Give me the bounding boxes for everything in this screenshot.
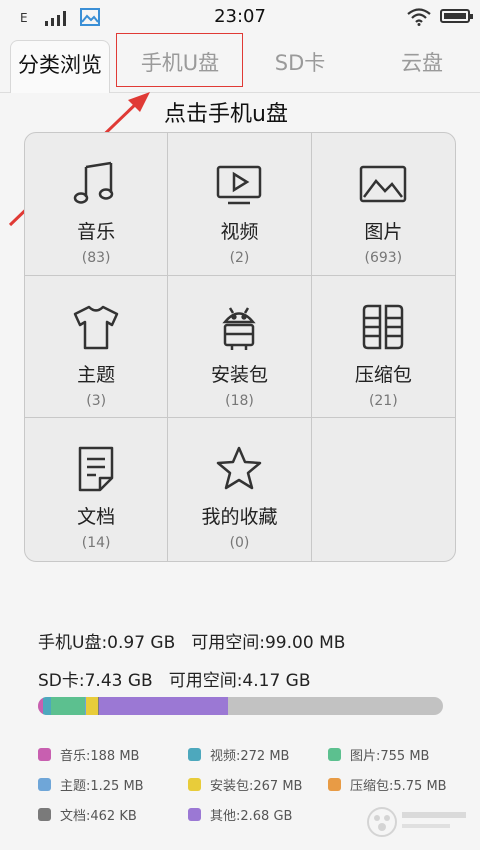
legend-label: 图片:755 MB [350, 749, 430, 764]
legend-label: 音乐:188 MB [60, 749, 140, 764]
legend-swatch [38, 808, 51, 821]
usage-segment [50, 697, 86, 715]
image-icon [360, 165, 407, 203]
legend-item: 压缩包:5.75 MB [328, 775, 447, 794]
tshirt-icon [73, 305, 119, 349]
category-count: (14) [81, 535, 111, 552]
category-count: (693) [364, 250, 403, 266]
category-label: 音乐 [77, 221, 116, 243]
battery-level [444, 13, 466, 19]
category-documents[interactable]: 文档 (14) [25, 418, 169, 561]
category-count: (2) [229, 250, 250, 266]
phone-storage-total: 手机U盘:0.97 GB [38, 633, 176, 653]
empty-cell [312, 418, 455, 561]
category-label: 压缩包 [354, 363, 412, 386]
tab-cloud-drive[interactable]: 云盘 [372, 34, 472, 92]
category-count: (3) [86, 392, 107, 409]
legend-item: 音乐:188 MB [38, 745, 139, 764]
legend-swatch [38, 778, 51, 791]
category-label: 图片 [364, 221, 403, 243]
category-count: (83) [81, 250, 111, 266]
category-label: 安装包 [210, 363, 268, 386]
category-label: 文档 [77, 506, 116, 529]
watermark-logo [367, 807, 466, 837]
archive-icon [363, 304, 404, 349]
legend-item: 图片:755 MB [328, 745, 429, 764]
tab-category-browse[interactable]: 分类浏览 [10, 40, 110, 93]
category-music[interactable]: 音乐 (83) [25, 133, 169, 276]
usage-segment [98, 697, 229, 715]
document-icon [78, 447, 114, 492]
usage-segment [42, 697, 51, 715]
category-count: (0) [229, 535, 250, 552]
legend-swatch [38, 748, 51, 761]
storage-usage-bar [38, 697, 443, 715]
legend-swatch [188, 778, 201, 791]
legend-item: 主题:1.25 MB [38, 775, 144, 794]
sd-storage-free: 可用空间:4.17 GB [168, 671, 311, 691]
legend-label: 视频:272 MB [210, 749, 290, 764]
legend-swatch [328, 778, 341, 791]
legend-swatch [188, 808, 201, 821]
tab-sd-card[interactable]: SD卡 [250, 34, 350, 92]
category-themes[interactable]: 主题 (3) [25, 275, 169, 419]
legend-item: 文档:462 KB [38, 805, 137, 824]
category-archives[interactable]: 压缩包 (21) [311, 276, 455, 419]
sd-storage-total: SD卡:7.43 GB [38, 671, 153, 691]
legend-label: 其他:2.68 GB [210, 809, 293, 824]
video-icon [217, 165, 262, 205]
annotation-highlight-box [116, 33, 243, 87]
usage-segment [86, 697, 98, 715]
legend-item: 其他:2.68 GB [188, 805, 292, 824]
status-bar: E 23:07 [0, 0, 480, 34]
category-label: 我的收藏 [201, 506, 278, 529]
legend-swatch [188, 748, 201, 761]
category-favorites[interactable]: 我的收藏 (0) [168, 418, 312, 561]
sd-storage-info: SD卡:7.43 GB 可用空间:4.17 GB [38, 666, 327, 691]
category-apks[interactable]: 安装包 (18) [168, 275, 312, 419]
annotation-text: 点击手机u盘 [164, 102, 288, 127]
legend-label: 主题:1.25 MB [60, 779, 144, 794]
legend-item: 视频:272 MB [188, 745, 289, 764]
category-label: 主题 [77, 363, 116, 386]
legend-swatch [328, 748, 341, 761]
category-label: 视频 [220, 221, 259, 243]
wifi-icon [407, 8, 431, 26]
legend-label: 文档:462 KB [60, 809, 137, 824]
phone-storage-info: 手机U盘:0.97 GB 可用空间:99.00 MB [38, 628, 361, 653]
android-icon [222, 307, 257, 350]
legend-label: 压缩包:5.75 MB [350, 779, 447, 794]
category-count: (21) [368, 392, 398, 409]
legend-item: 安装包:267 MB [188, 775, 302, 794]
phone-storage-free: 可用空间:99.00 MB [191, 633, 346, 653]
category-images[interactable]: 图片 (693) [311, 133, 455, 276]
category-count: (18) [225, 392, 254, 409]
legend-label: 安装包:267 MB [210, 779, 303, 794]
category-grid: 音乐 (83) 视频 (2) 图片 (693) 主题 (3) 安装包 (18) … [24, 132, 456, 562]
music-note-icon [73, 161, 114, 204]
battery-icon [440, 9, 473, 23]
category-video[interactable]: 视频 (2) [168, 133, 312, 276]
star-icon [217, 447, 262, 490]
